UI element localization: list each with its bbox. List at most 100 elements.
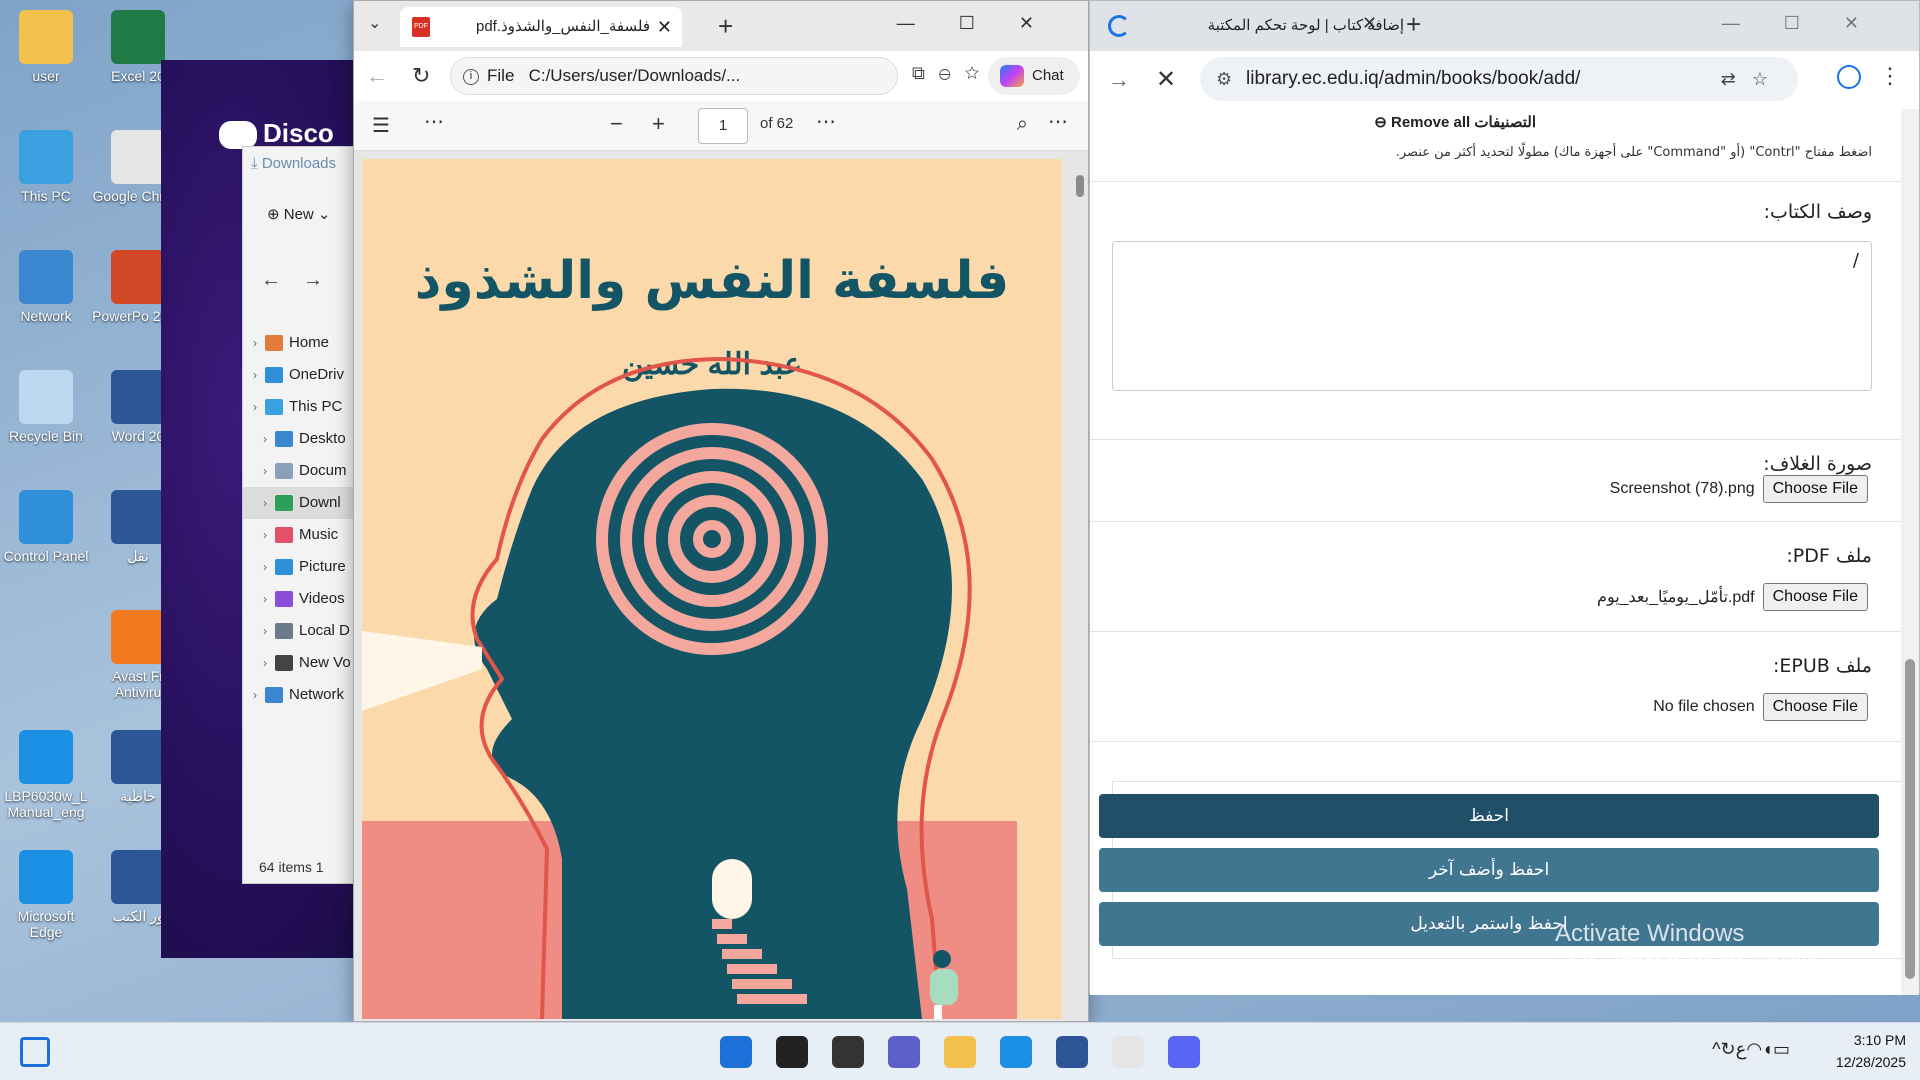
close-icon[interactable]: ✕	[1019, 13, 1078, 33]
copilot-chat-button[interactable]: Chat	[988, 57, 1080, 95]
page-scrollbar[interactable]	[1901, 109, 1919, 995]
store-icon[interactable]	[1056, 1036, 1088, 1068]
url-field[interactable]: i File C:/Users/user/Downloads/...	[450, 57, 898, 95]
page-number-input[interactable]: 1	[698, 108, 748, 144]
tree-item[interactable]: › Docum	[243, 455, 363, 487]
close-tab-icon[interactable]: ✕	[657, 7, 672, 47]
edge-pdf-window[interactable]: ⌄ PDF فلسفة_النفس_والشذوذ.pdf ✕ + —☐✕ ← …	[353, 0, 1089, 1022]
read-aloud-icon[interactable]: ⧉	[912, 63, 939, 83]
desktop-icon[interactable]: Network	[0, 250, 92, 324]
chevron-right-icon[interactable]: ›	[253, 368, 257, 382]
zoom-icon[interactable]: ⊖	[939, 63, 965, 83]
remove-all-link[interactable]: التصنيفات Remove all ⊖	[1374, 113, 1536, 131]
volume-icon[interactable]: ◖	[1762, 1039, 1773, 1059]
desktop-icon[interactable]: Recycle Bin	[0, 370, 92, 444]
account-icon[interactable]	[1837, 65, 1861, 89]
file-explorer-icon[interactable]	[944, 1036, 976, 1068]
contents-list-icon[interactable]: ☰	[372, 113, 390, 138]
site-info-icon[interactable]: ⚙	[1216, 57, 1232, 101]
chevron-right-icon[interactable]: ›	[253, 336, 257, 350]
discord-icon[interactable]	[1168, 1036, 1200, 1068]
back-arrow-icon[interactable]: ←	[366, 63, 388, 89]
choose-file-button[interactable]: Choose File	[1762, 693, 1868, 721]
chevron-right-icon[interactable]: ›	[263, 656, 267, 670]
chrome-window[interactable]: إضافة كتاب | لوحة تحكم المكتبة ✕ + —☐✕ →…	[1089, 0, 1920, 995]
cover-file-input[interactable]: Screenshot (78).png Choose File	[1610, 473, 1868, 505]
new-tab-button[interactable]: +	[718, 11, 733, 42]
save-button[interactable]: احفظ	[1099, 794, 1879, 838]
save-and-add-another-button[interactable]: احفظ وأضف آخر	[1099, 848, 1879, 892]
battery-icon[interactable]: ▭	[1773, 1039, 1790, 1059]
chevron-right-icon[interactable]: ›	[263, 624, 267, 638]
wifi-icon[interactable]: ◠	[1746, 1039, 1762, 1059]
chevron-right-icon[interactable]: ›	[263, 528, 267, 542]
chevron-right-icon[interactable]: ›	[263, 496, 267, 510]
desktop-icon[interactable]: user	[0, 10, 92, 84]
tree-item[interactable]: › Videos	[243, 583, 363, 615]
tree-item[interactable]: › Network	[243, 679, 363, 711]
desktop-icon[interactable]: Microsoft Edge	[0, 850, 92, 940]
chevron-right-icon[interactable]: ›	[263, 432, 267, 446]
minimize-icon[interactable]: —	[1722, 13, 1784, 33]
new-button[interactable]: ⊕ New ⌄	[267, 205, 331, 223]
chevron-right-icon[interactable]: ›	[263, 592, 267, 606]
tree-item[interactable]: › New Vo	[243, 647, 363, 679]
chevron-right-icon[interactable]: ›	[263, 464, 267, 478]
tree-item[interactable]: › Local D	[243, 615, 363, 647]
tab-actions-chevron-icon[interactable]: ⌄	[368, 13, 381, 33]
chevron-right-icon[interactable]: ›	[253, 400, 257, 414]
pdf-viewer[interactable]: فلسفة النفس والشذوذ عبد الله حسين	[354, 151, 1088, 1021]
back-arrow-icon[interactable]: ←	[261, 269, 303, 291]
info-icon[interactable]: i	[463, 68, 479, 85]
search-icon[interactable]: ⌕	[1017, 113, 1028, 136]
choose-file-button[interactable]: Choose File	[1762, 475, 1868, 503]
chevron-right-icon[interactable]: ›	[263, 560, 267, 574]
maximize-icon[interactable]: ☐	[959, 13, 1019, 33]
description-textarea[interactable]: /	[1112, 241, 1872, 391]
reload-icon[interactable]: ↻	[412, 63, 430, 89]
search-icon[interactable]	[776, 1036, 808, 1068]
close-icon[interactable]: ✕	[1844, 13, 1903, 33]
forward-arrow-icon[interactable]: →	[303, 269, 345, 291]
clock[interactable]: 3:10 PM 12/28/2025	[1836, 1029, 1906, 1073]
desktop-icon[interactable]: Control Panel	[0, 490, 92, 564]
sync-icon[interactable]: ↻	[1721, 1039, 1736, 1059]
breadcrumb[interactable]: ⤓ Downloads	[251, 155, 336, 172]
epub-file-input[interactable]: No file chosen Choose File	[1653, 691, 1868, 723]
minimize-icon[interactable]: —	[897, 13, 959, 33]
tree-item[interactable]: › Downl	[243, 487, 363, 519]
desktop-icon[interactable]: LBP6030w_L Manual_eng	[0, 730, 92, 820]
language-indicator[interactable]: ع	[1736, 1039, 1747, 1059]
windows-start-icon[interactable]	[720, 1036, 752, 1068]
edge-icon[interactable]	[1000, 1036, 1032, 1068]
tree-item[interactable]: › OneDriv	[243, 359, 363, 391]
file-explorer-window[interactable]: ⤓ Downloads ⊕ New ⌄ ←→ › Home › OneDriv › Thi…	[242, 146, 363, 884]
stop-loading-icon[interactable]: ✕	[1156, 65, 1176, 94]
tree-item[interactable]: › Deskto	[243, 423, 363, 455]
maximize-icon[interactable]: ☐	[1784, 13, 1844, 33]
chevron-up-icon[interactable]: ^	[1712, 1039, 1720, 1059]
more-icon[interactable]: ⋯	[816, 109, 836, 134]
more-icon[interactable]: ⋯	[424, 109, 444, 134]
chrome-icon[interactable]	[1112, 1036, 1144, 1068]
settings-more-icon[interactable]: ⋯	[1048, 109, 1068, 134]
new-tab-button[interactable]: +	[1406, 9, 1421, 40]
desktop-icon[interactable]: This PC	[0, 130, 92, 204]
omnibox[interactable]: ⚙ library.ec.edu.iq/admin/books/book/add…	[1200, 57, 1798, 101]
scrollbar-thumb[interactable]	[1076, 175, 1084, 197]
forward-arrow-icon[interactable]: →	[1108, 67, 1130, 93]
widgets-icon[interactable]	[20, 1037, 50, 1067]
tree-item[interactable]: › This PC	[243, 391, 363, 423]
tree-item[interactable]: › Picture	[243, 551, 363, 583]
edge-tab-pdf[interactable]: PDF فلسفة_النفس_والشذوذ.pdf ✕	[400, 7, 682, 47]
chevron-right-icon[interactable]: ›	[253, 688, 257, 702]
task-view-icon[interactable]	[832, 1036, 864, 1068]
tree-item[interactable]: › Home	[243, 327, 363, 359]
pdf-file-input[interactable]: تأمّل_يوميًا_بعد_يوم.pdf Choose File	[1597, 581, 1868, 613]
zoom-in-icon[interactable]: +	[652, 111, 665, 137]
scrollbar-thumb[interactable]	[1905, 659, 1915, 979]
close-tab-icon[interactable]: ✕	[1362, 13, 1377, 34]
translate-icon[interactable]: ⇄	[1721, 69, 1752, 89]
teams-chat-icon[interactable]	[888, 1036, 920, 1068]
tree-item[interactable]: › Music	[243, 519, 363, 551]
